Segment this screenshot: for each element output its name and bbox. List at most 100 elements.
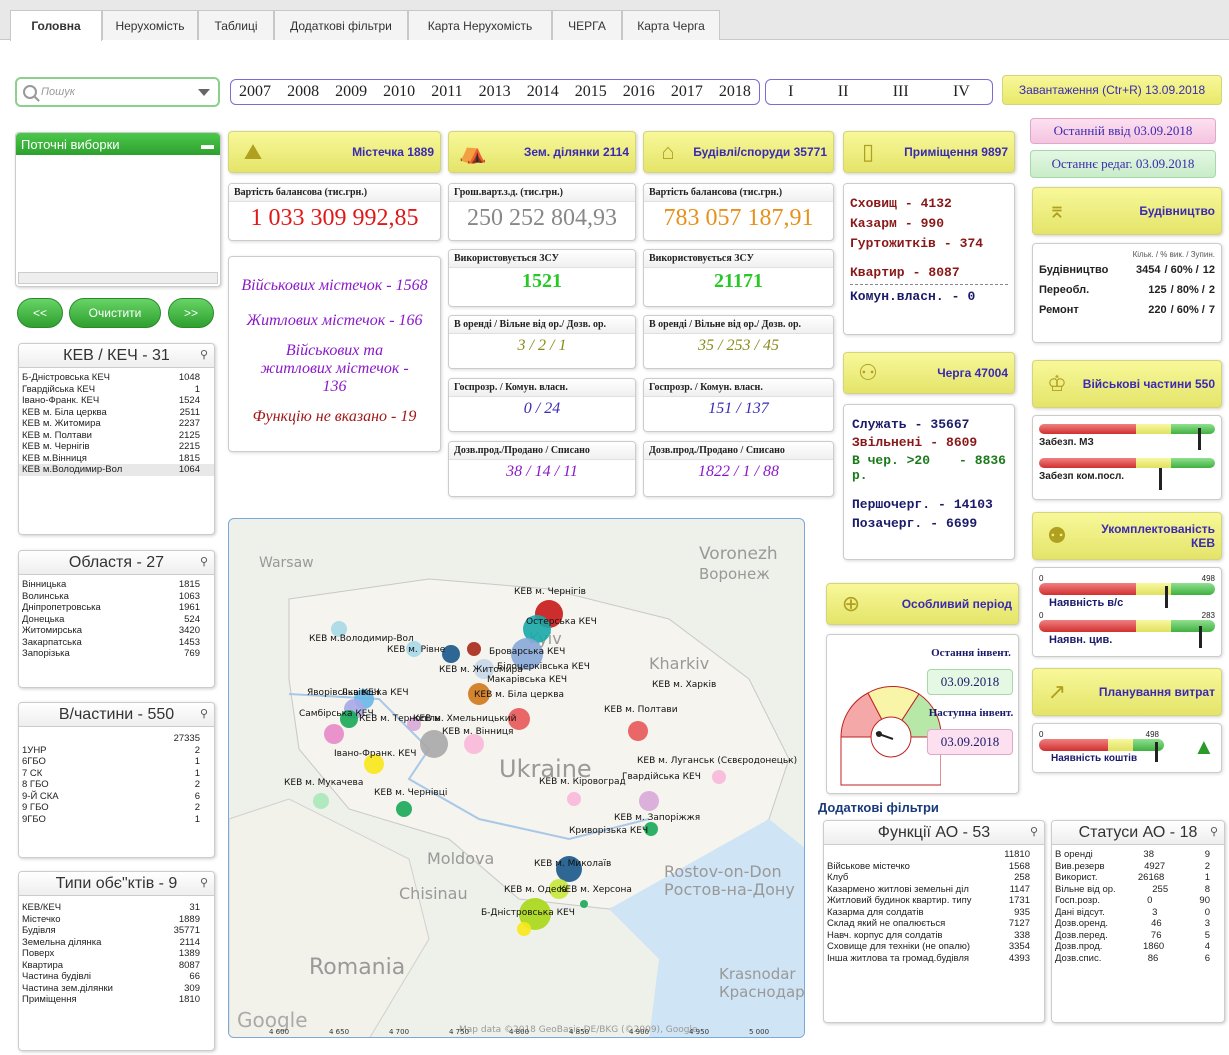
search-icon[interactable]: ⚲ — [1030, 825, 1038, 838]
map-marker[interactable] — [628, 721, 648, 741]
list-item[interactable]: Частина будівлі 66 — [19, 971, 214, 983]
list-item[interactable]: Б-Дністровська КЕЧ 1048 — [19, 372, 214, 384]
year-item[interactable]: 2014 — [527, 83, 559, 101]
buildings-econ-value[interactable]: 151 / 137 — [644, 397, 833, 418]
construction-row[interactable]: Ремонт 220/ 60% /7 — [1039, 304, 1215, 316]
list-item[interactable]: 9ГБО 1 — [19, 814, 214, 826]
rooms-button[interactable]: ▯ Приміщення 9897 — [843, 131, 1015, 173]
staffing-button[interactable]: ⚉ Укомплектованість КЕВ — [1032, 512, 1222, 560]
year-item[interactable]: 2015 — [575, 83, 607, 101]
tab-map-real-estate[interactable]: Карта Нерухомість — [408, 10, 552, 40]
list-item[interactable]: КЕВ м. Полтави 2125 — [19, 430, 214, 442]
search-icon[interactable]: ⚲ — [200, 348, 208, 361]
year-item[interactable]: 2007 — [239, 83, 271, 101]
list-item[interactable]: Волинська 1063 — [19, 591, 214, 603]
towns-button[interactable]: ⛰ Містечка 1889 — [228, 131, 441, 173]
list-item[interactable]: КЕВ м. Чернігів 2215 — [19, 441, 214, 453]
prev-button[interactable]: << — [17, 298, 63, 328]
quarter-item[interactable]: III — [893, 83, 909, 101]
queue-line[interactable]: Позачерг. -6699 — [852, 516, 1006, 531]
buildings-button[interactable]: ⌂ Будівлі/споруди 35771 — [643, 131, 834, 173]
list-item[interactable]: Сховище для техніки (не опалю) 3354 — [824, 941, 1044, 953]
list-item[interactable]: КЕВ м. Біла церква 2511 — [19, 407, 214, 419]
year-item[interactable]: 2016 — [623, 83, 655, 101]
map-marker[interactable] — [464, 734, 484, 754]
construction-row[interactable]: Переобл. 125/ 80% /2 — [1039, 284, 1215, 296]
list-item[interactable]: КЕВ м.Володимир-Вол 1064 — [19, 464, 214, 476]
rooms-line[interactable]: Гуртожитків -374 — [850, 236, 1008, 251]
list-item[interactable]: КЕВ м. Житомира 2237 — [19, 418, 214, 430]
land-econ-value[interactable]: 0 / 24 — [449, 397, 635, 418]
military-units-button[interactable]: ♔ Військові частини 550 — [1032, 360, 1222, 408]
queue-line[interactable]: Служать -35667 — [852, 417, 1006, 432]
list-item[interactable]: Дані відсут. 3 0 — [1052, 907, 1224, 919]
list-item[interactable]: Клуб 258 — [824, 872, 1044, 884]
list-item[interactable]: Дозв.перед. 76 5 — [1052, 930, 1224, 942]
towns-mixed[interactable]: Військових та житлових містечок - 136 — [229, 342, 440, 396]
list-item[interactable]: Дніпропетровська 1961 — [19, 602, 214, 614]
year-item[interactable]: 2017 — [671, 83, 703, 101]
search-icon[interactable]: ⚲ — [200, 707, 208, 720]
costs-button[interactable]: ↗ Планування витрат — [1032, 668, 1222, 716]
buildings-zsu-value[interactable]: 21171 — [644, 268, 833, 293]
land-zsu-value[interactable]: 1521 — [449, 268, 635, 293]
list-item[interactable]: Вінницька 1815 — [19, 579, 214, 591]
list-item[interactable]: КЕВ м.Вінниця 1815 — [19, 453, 214, 465]
year-item[interactable]: 2018 — [719, 83, 751, 101]
search-icon[interactable]: ⚲ — [200, 555, 208, 568]
map-marker[interactable] — [396, 801, 412, 817]
list-item[interactable]: 6ГБО 1 — [19, 756, 214, 768]
list-item[interactable]: 9 ГБО 2 — [19, 802, 214, 814]
list-item[interactable]: Використ. 26168 1 — [1052, 872, 1224, 884]
rooms-line[interactable]: Квартир -8087 — [850, 265, 1008, 285]
list-item[interactable]: 1УНР 2 — [19, 745, 214, 757]
list-item[interactable]: Дозв.спис. 86 6 — [1052, 953, 1224, 965]
list-item[interactable]: Дозв.прод. 1860 4 — [1052, 941, 1224, 953]
list-item[interactable]: Частина зем.ділянки 309 — [19, 983, 214, 995]
construction-button[interactable]: ⌆ Будівництво — [1032, 187, 1222, 235]
map-canvas[interactable]: WarsawVoronezhВоронежKyivKharkivUkraineM… — [229, 519, 805, 1038]
list-item[interactable]: Квартира 8087 — [19, 960, 214, 972]
land-sale-value[interactable]: 38 / 14 / 11 — [449, 460, 635, 481]
rooms-line[interactable]: Казарм -990 — [850, 216, 1008, 231]
list-item[interactable]: Дозв.оренд. 46 3 — [1052, 918, 1224, 930]
buildings-sale-value[interactable]: 1822 / 1 / 88 — [644, 460, 833, 481]
rooms-line[interactable]: Сховищ -4132 — [850, 196, 1008, 211]
list-item[interactable]: Гвардійська КЕЧ 1 — [19, 384, 214, 396]
special-period-button[interactable]: ⊕ Особливий період — [826, 583, 1019, 625]
search-icon[interactable]: ⚲ — [200, 876, 208, 889]
search-box[interactable]: Пошук — [15, 77, 220, 107]
list-item[interactable]: 11810 — [824, 849, 1044, 861]
tab-tables[interactable]: Таблиці — [198, 10, 274, 40]
queue-button[interactable]: ⚇ Черга 47004 — [843, 352, 1015, 394]
list-item[interactable]: 7 СК 1 — [19, 768, 214, 780]
list-item[interactable]: Закарпатська 1453 — [19, 637, 214, 649]
list-item[interactable]: Інша житлова та громад.будівля 4393 — [824, 953, 1044, 965]
year-item[interactable]: 2009 — [335, 83, 367, 101]
queue-line[interactable]: В чер. >20 р. -8836 — [852, 453, 1006, 483]
quarter-item[interactable]: II — [838, 83, 849, 101]
queue-line[interactable]: Звільнені -8609 — [852, 435, 1006, 450]
tab-queue[interactable]: ЧЕРГА — [552, 10, 622, 40]
towns-unspecified[interactable]: Функцію не вказано - 19 — [229, 408, 440, 426]
list-item[interactable]: Вив.резерв 4927 2 — [1052, 861, 1224, 873]
list-item[interactable]: Приміщення 1810 — [19, 994, 214, 1006]
map-marker[interactable] — [324, 724, 344, 744]
queue-line[interactable]: Першочерг. -14103 — [852, 497, 1006, 512]
search-icon[interactable]: ⚲ — [1210, 825, 1218, 838]
towns-residential[interactable]: Житлових містечок - 166 — [229, 312, 440, 330]
list-item[interactable]: Вільне від ор. 255 8 — [1052, 884, 1224, 896]
rooms-line[interactable]: Комун.власн. -0 — [850, 289, 1008, 304]
map-marker[interactable] — [467, 642, 481, 656]
chevron-down-icon[interactable] — [198, 88, 210, 96]
next-button[interactable]: >> — [168, 298, 214, 328]
map-marker[interactable] — [639, 791, 659, 811]
land-rent-value[interactable]: 3 / 2 / 1 — [449, 334, 635, 355]
year-item[interactable]: 2008 — [287, 83, 319, 101]
list-item[interactable]: Житомирська 3420 — [19, 625, 214, 637]
list-item[interactable]: Казармено житлові земельні діл 1147 — [824, 884, 1044, 896]
list-item[interactable]: Будівля 35771 — [19, 925, 214, 937]
list-item[interactable]: Донецька 524 — [19, 614, 214, 626]
map-marker[interactable] — [712, 770, 726, 784]
list-item[interactable]: 9-Й СКА 6 — [19, 791, 214, 803]
